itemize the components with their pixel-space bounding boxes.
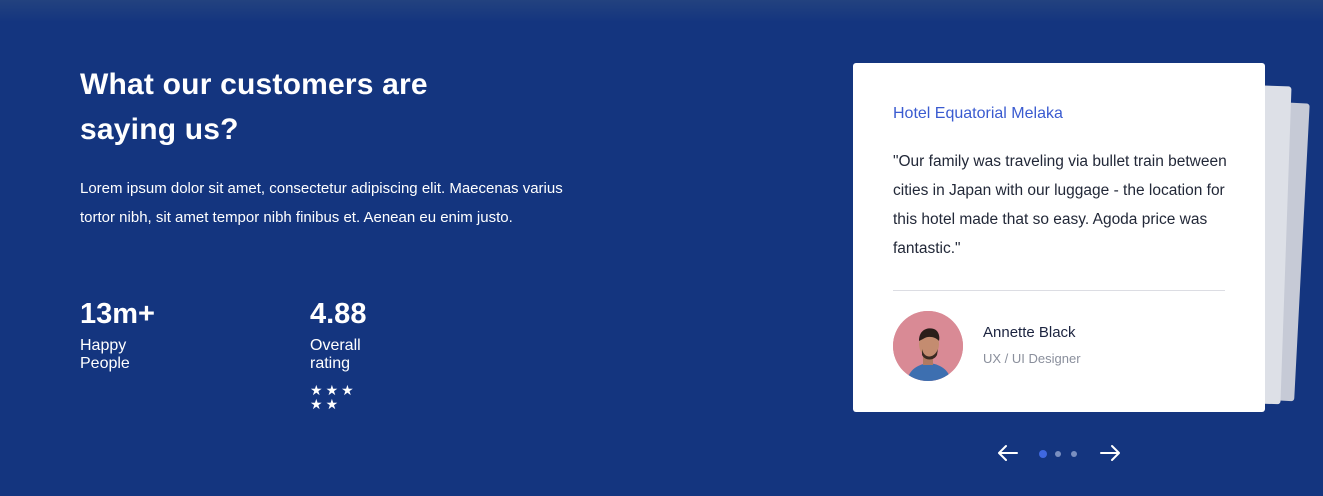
testimonial-card: Hotel Equatorial Melaka "Our family was … <box>853 63 1265 412</box>
arrow-right-icon[interactable] <box>1098 441 1122 465</box>
person-avatar-icon <box>893 311 963 381</box>
slider-dot[interactable] <box>1071 451 1077 457</box>
hotel-name: Hotel Equatorial Melaka <box>893 105 1063 122</box>
author-name: Annette Black <box>983 324 1076 341</box>
star-icon: ★ <box>325 396 342 412</box>
testimonial-quote: "Our family was traveling via bullet tra… <box>893 153 1227 257</box>
star-icon: ★ <box>310 396 326 412</box>
section-heading: What our customers are saying us? <box>80 68 428 146</box>
stat-happy-people: 13m+ Happy People <box>80 296 155 373</box>
stat-value: 4.88 <box>310 298 367 330</box>
slider-dot[interactable] <box>1039 450 1047 458</box>
top-shade <box>0 0 1323 22</box>
stat-overall-rating: 4.88 Overall rating ★★★★★ <box>310 296 366 411</box>
section-description: Lorem ipsum dolor sit amet, consectetur … <box>80 180 563 226</box>
avatar <box>893 311 963 381</box>
intro-block: What our customers are saying us? Lorem … <box>80 62 640 232</box>
author-role: UX / UI Designer <box>983 351 1081 366</box>
stat-label: Happy People <box>80 337 130 372</box>
arrow-left-icon[interactable] <box>996 441 1020 465</box>
star-icon: ★ <box>341 382 357 398</box>
slider-navigation <box>996 441 1126 465</box>
divider <box>893 290 1225 291</box>
stat-label: Overall rating <box>310 337 361 372</box>
slider-dot[interactable] <box>1055 451 1061 457</box>
stat-value: 13m+ <box>80 298 155 330</box>
rating-stars: ★★★★★ <box>310 383 366 411</box>
star-icon: ★ <box>325 382 342 398</box>
star-icon: ★ <box>310 382 326 398</box>
